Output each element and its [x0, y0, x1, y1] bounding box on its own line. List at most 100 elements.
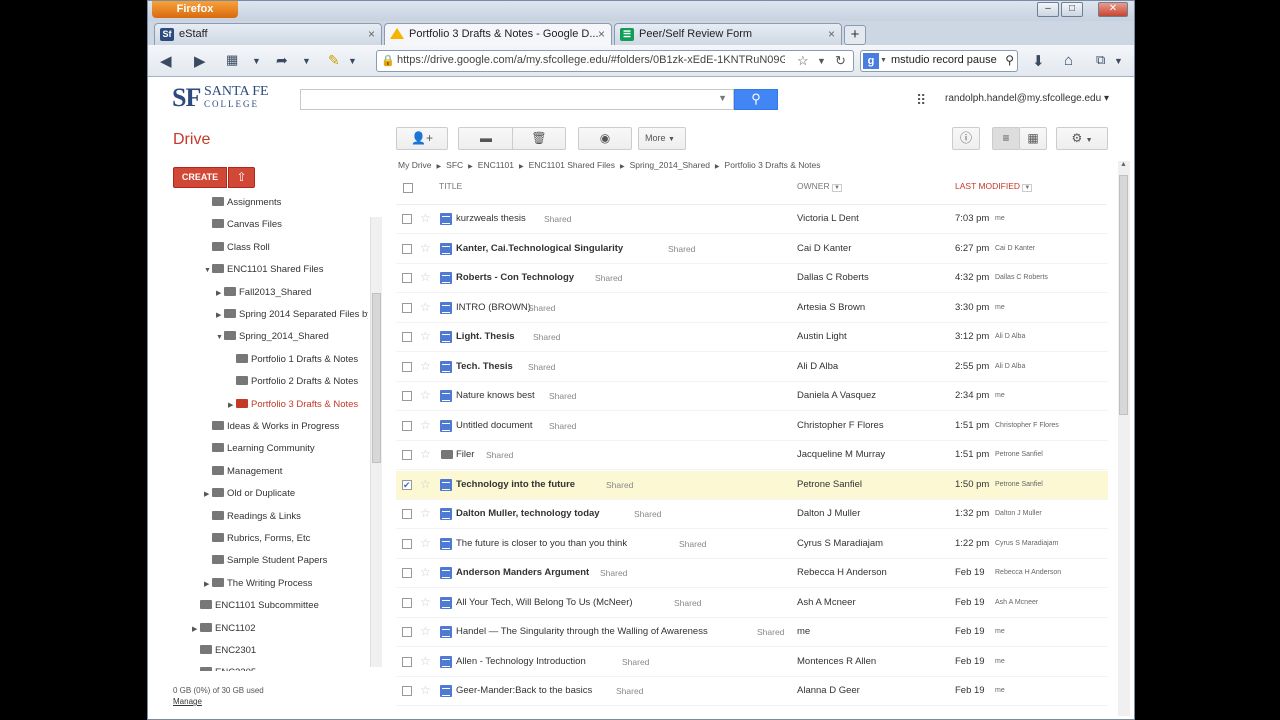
- expanded-arrow-icon[interactable]: ▼: [204, 262, 212, 280]
- star-icon[interactable]: ☆: [420, 211, 431, 225]
- select-all-checkbox[interactable]: [403, 183, 413, 193]
- sidebar-folder-item[interactable]: ▼ Spring_2014_Shared: [216, 328, 329, 346]
- breadcrumb-item[interactable]: ENC1101: [478, 160, 514, 170]
- title-column-header[interactable]: TITLE: [439, 181, 462, 191]
- dropdown-arrow-icon[interactable]: ▼: [302, 56, 311, 66]
- row-checkbox[interactable]: [402, 420, 412, 431]
- modified-column-header[interactable]: LAST MODIFIED ▼: [955, 181, 1033, 192]
- sidebar-scrollbar-thumb[interactable]: [372, 293, 381, 463]
- file-row[interactable]: ☆ Kanter, Cai.Technological Singularity Sh…: [396, 235, 1108, 264]
- star-icon[interactable]: ☆: [420, 270, 431, 284]
- sidebar-folder-item[interactable]: Class Roll: [204, 239, 270, 257]
- row-checkbox[interactable]: [402, 332, 412, 342]
- row-checkbox[interactable]: [402, 391, 412, 401]
- file-title[interactable]: Kanter, Cai.Technological Singularity: [456, 243, 623, 254]
- row-checkbox[interactable]: [402, 302, 412, 313]
- forward-arrow-icon[interactable]: ▶: [194, 52, 206, 70]
- dropdown-arrow-icon[interactable]: ▼: [252, 56, 261, 66]
- minimize-button[interactable]: –: [1037, 2, 1059, 17]
- drive-search-input[interactable]: ▼: [300, 89, 734, 110]
- file-row[interactable]: ☆ Anderson Manders Argument Shared Rebecca …: [396, 559, 1108, 588]
- file-title[interactable]: Dalton Muller, technology today: [456, 508, 600, 519]
- file-row[interactable]: ☆ Geer-Mander:Back to the basics Shared Ala…: [396, 677, 1108, 706]
- star-icon[interactable]: ☆: [420, 683, 431, 697]
- row-checkbox[interactable]: [402, 656, 412, 667]
- grid-view-button[interactable]: ▦: [1019, 127, 1047, 150]
- close-window-button[interactable]: ✕: [1098, 2, 1128, 17]
- url-dropdown-icon[interactable]: ▼: [817, 56, 826, 66]
- file-title[interactable]: The future is closer to you than you thi…: [456, 538, 627, 549]
- star-icon[interactable]: ☆: [420, 477, 431, 491]
- star-icon[interactable]: ☆: [420, 418, 431, 432]
- file-title[interactable]: Light. Thesis: [456, 331, 515, 342]
- reload-icon[interactable]: ↻: [835, 53, 846, 69]
- star-icon[interactable]: ☆: [420, 654, 431, 668]
- star-icon[interactable]: ☆: [420, 300, 431, 314]
- sidebar-folder-item[interactable]: Ideas & Works in Progress: [204, 418, 339, 436]
- search-magnifier-icon[interactable]: ⚲: [1005, 53, 1014, 67]
- row-checkbox[interactable]: [402, 243, 412, 254]
- tab-close-icon[interactable]: ×: [828, 24, 835, 44]
- search-options-icon[interactable]: ▼: [718, 93, 727, 103]
- sidebar-folder-item[interactable]: ▶ Fall2013_Shared: [216, 284, 311, 302]
- sidebar-folder-item[interactable]: ▶ Portfolio 3 Drafts & Notes: [228, 396, 358, 414]
- star-icon[interactable]: ☆: [420, 506, 431, 520]
- sidebar-folder-item[interactable]: Portfolio 1 Drafts & Notes: [228, 351, 358, 369]
- list-view-button[interactable]: ≡: [992, 127, 1020, 150]
- breadcrumb-item[interactable]: Spring_2014_Shared: [630, 160, 710, 170]
- sidebar-folder-item[interactable]: Portfolio 2 Drafts & Notes: [228, 373, 358, 391]
- upload-button[interactable]: ⇧: [228, 167, 255, 188]
- row-checkbox[interactable]: [402, 509, 412, 519]
- row-checkbox[interactable]: [402, 627, 412, 637]
- file-title[interactable]: Filer: [456, 449, 474, 460]
- collapsed-arrow-icon[interactable]: ▶: [216, 307, 224, 325]
- sidebar-folder-item[interactable]: ▶ Old or Duplicate: [204, 485, 295, 503]
- apps-grid-icon[interactable]: ⠿: [916, 92, 926, 109]
- star-icon[interactable]: ☆: [420, 359, 431, 373]
- file-title[interactable]: Technology into the future: [456, 479, 575, 490]
- sidebar-folder-item[interactable]: ENC2301: [192, 642, 256, 660]
- santa-fe-college-logo[interactable]: SF SANTA FE COLLEGE: [172, 83, 269, 113]
- back-arrow-icon[interactable]: ◀: [160, 52, 172, 70]
- row-checkbox[interactable]: [402, 538, 412, 549]
- row-checkbox[interactable]: [402, 361, 412, 372]
- file-row[interactable]: ☆ All Your Tech, Will Belong To Us (McNee…: [396, 589, 1108, 618]
- file-row[interactable]: ✔ ☆ Technology into the future Shared Petron…: [396, 470, 1108, 500]
- row-checkbox[interactable]: [402, 214, 412, 224]
- file-row[interactable]: ☆ Allen - Technology Introduction Shared Mo…: [396, 648, 1108, 677]
- row-checkbox[interactable]: ✔: [402, 479, 412, 490]
- file-title[interactable]: Roberts - Con Technology: [456, 272, 574, 283]
- file-row[interactable]: ☆ kurzweals thesis Shared Victoria L Dent 7:…: [396, 205, 1108, 234]
- file-title[interactable]: Untitled document: [456, 420, 533, 431]
- file-row[interactable]: ☆ The future is closer to you than you th…: [396, 530, 1108, 559]
- search-button[interactable]: ⚲: [734, 89, 778, 110]
- collapsed-arrow-icon[interactable]: ▶: [204, 486, 212, 504]
- search-text[interactable]: mstudio record pause: [891, 54, 1003, 66]
- sidebar-folder-item[interactable]: ▶ The Writing Process: [204, 575, 312, 593]
- file-title[interactable]: All Your Tech, Will Belong To Us (McNeer…: [456, 597, 633, 608]
- collapsed-arrow-icon[interactable]: ▶: [192, 621, 200, 639]
- pencil-icon[interactable]: ✎: [328, 52, 340, 69]
- row-checkbox[interactable]: [402, 597, 412, 608]
- sidebar-folder-item[interactable]: Learning Community: [204, 440, 315, 458]
- file-title[interactable]: Tech. Thesis: [456, 361, 513, 372]
- owner-column-header[interactable]: OWNER ▼: [797, 181, 842, 192]
- collapsed-arrow-icon[interactable]: ▶: [228, 397, 236, 415]
- file-row[interactable]: ☆ INTRO (BROWN) Shared Artesia S Brown 3:30 …: [396, 294, 1108, 323]
- star-icon[interactable]: ☆: [420, 388, 431, 402]
- url-text[interactable]: https://drive.google.com/a/my.sfcollege.…: [397, 54, 785, 66]
- addon-icon[interactable]: ⧉: [1096, 52, 1105, 68]
- file-row[interactable]: ☆ Untitled document Shared Christopher F Fl…: [396, 412, 1108, 441]
- star-icon[interactable]: ☆: [420, 447, 431, 461]
- file-title[interactable]: INTRO (BROWN): [456, 302, 531, 313]
- file-title[interactable]: Geer-Mander:Back to the basics: [456, 685, 592, 696]
- row-checkbox[interactable]: [402, 568, 412, 578]
- file-row[interactable]: ☆ Light. Thesis Shared Austin Light 3:12 pm A…: [396, 323, 1108, 352]
- row-checkbox[interactable]: [402, 450, 412, 460]
- preview-button[interactable]: ◉: [578, 127, 632, 150]
- collapsed-arrow-icon[interactable]: ▶: [216, 285, 224, 303]
- web-search-bar[interactable]: g ▼ mstudio record pause ⚲: [860, 50, 1018, 72]
- sidebar-folder-item[interactable]: Sample Student Papers: [204, 552, 327, 570]
- dropdown-arrow-icon[interactable]: ▼: [1114, 56, 1123, 66]
- file-row[interactable]: ☆ Tech. Thesis Shared Ali D Alba 2:55 pm Ali …: [396, 353, 1108, 382]
